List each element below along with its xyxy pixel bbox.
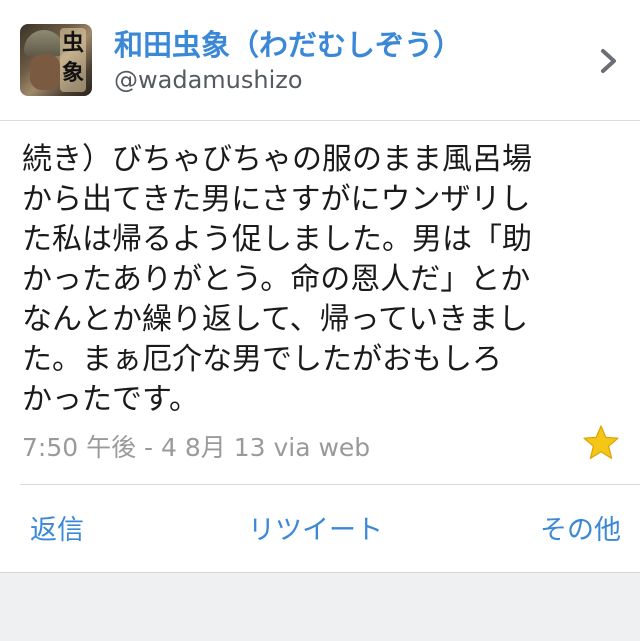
tweet-line: なんとか繰り返して、帰っていきまし bbox=[22, 302, 529, 337]
tweet-timestamp: 7:50 午後 - 4 8月 13 via web bbox=[22, 433, 371, 462]
actions-divider bbox=[20, 484, 640, 485]
avatar-hat-shape bbox=[24, 30, 64, 56]
profile-header[interactable]: 虫象 和田虫象（わだむしぞう） @wadamushizo bbox=[0, 0, 640, 120]
header-divider bbox=[0, 120, 640, 121]
reply-button[interactable]: 返信 bbox=[30, 508, 84, 547]
avatar[interactable]: 虫象 bbox=[20, 24, 92, 96]
tweet-line: 続き）びちゃびちゃの服のまま風呂場 bbox=[22, 142, 532, 177]
display-name[interactable]: 和田虫象（わだむしぞう） bbox=[114, 22, 462, 64]
avatar-face-shape bbox=[30, 54, 60, 90]
tweet-line: た私は帰るよう促しました。男は「助 bbox=[22, 222, 532, 257]
chevron-right-icon[interactable] bbox=[594, 44, 624, 78]
tweet-line: から出てきた男にさすがにウンザリし bbox=[22, 182, 531, 217]
tweet-line: た。まぁ厄介な男でしたがおもしろ bbox=[22, 342, 502, 377]
tweet-body: 続き）びちゃびちゃの服のまま風呂場 から出てきた男にさすがにウンザリし た私は帰… bbox=[22, 140, 622, 420]
retweet-button[interactable]: リツイート bbox=[248, 508, 383, 547]
tweet-line: かったです。 bbox=[22, 382, 199, 417]
footer-area bbox=[0, 572, 640, 641]
tweet-line: かったありがとう。命の恩人だ」とか bbox=[22, 262, 531, 297]
avatar-calligraphy: 虫象 bbox=[60, 28, 86, 92]
star-icon[interactable] bbox=[582, 424, 620, 462]
user-handle: @wadamushizo bbox=[114, 66, 303, 94]
more-button[interactable]: その他 bbox=[540, 508, 621, 547]
